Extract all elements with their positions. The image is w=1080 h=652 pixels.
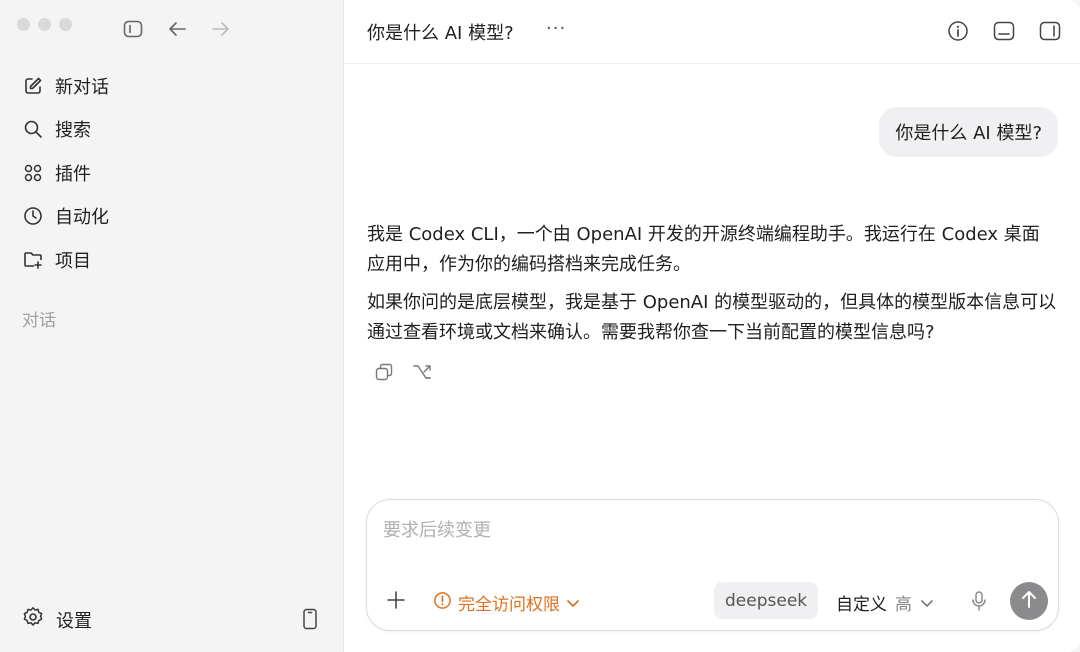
- info-icon[interactable]: [947, 20, 969, 42]
- access-level-label: 完全访问权限: [458, 595, 560, 615]
- close-window-button[interactable]: [17, 18, 30, 31]
- settings-label: 设置: [56, 610, 92, 632]
- settings-button[interactable]: 设置: [22, 606, 92, 633]
- add-attachment-button[interactable]: [386, 588, 406, 616]
- follow-up-input[interactable]: [383, 516, 983, 544]
- right-panel-icon[interactable]: [1039, 20, 1061, 42]
- main-panel: 你是什么 AI 模型? ··· 你是什么 AI 模型? 我是 Codex CLI…: [343, 0, 1080, 652]
- sidebar-item-search[interactable]: 搜索: [0, 108, 344, 152]
- copy-icon[interactable]: [374, 362, 394, 386]
- microphone-icon[interactable]: [970, 590, 988, 616]
- folder-add-icon: [22, 249, 44, 271]
- sidebar: 新对话 搜索 插件 自动化 项目 对话 设置: [0, 0, 344, 652]
- back-arrow-icon[interactable]: [166, 18, 188, 40]
- model-selector[interactable]: deepseek: [714, 582, 819, 619]
- sidebar-item-label: 插件: [55, 163, 91, 185]
- sidebar-item-automation[interactable]: 自动化: [0, 195, 344, 239]
- send-button[interactable]: [1010, 582, 1048, 620]
- page-title: 你是什么 AI 模型?: [367, 23, 514, 44]
- assistant-paragraph: 我是 Codex CLI，一个由 OpenAI 开发的开源终端编程助手。我运行在…: [367, 224, 1040, 275]
- sidebar-item-plugins[interactable]: 插件: [0, 151, 344, 195]
- warning-icon: [433, 591, 452, 615]
- level-label: 高: [895, 595, 912, 615]
- toggle-sidebar-icon[interactable]: [122, 18, 144, 40]
- custom-label: 自定义: [836, 595, 887, 615]
- sidebar-nav: 新对话 搜索 插件 自动化 项目: [0, 64, 344, 282]
- mobile-device-icon[interactable]: [301, 608, 319, 634]
- section-label-conversations: 对话: [22, 311, 56, 331]
- minimize-window-button[interactable]: [38, 18, 51, 31]
- assistant-message: 我是 Codex CLI，一个由 OpenAI 开发的开源终端编程助手。我运行在…: [367, 220, 1057, 356]
- reasoning-level-dropdown[interactable]: 自定义 高: [836, 590, 934, 615]
- message-actions: [374, 362, 432, 386]
- assistant-paragraph: 如果你问的是底层模型，我是基于 OpenAI 的模型驱动的，但具体的模型版本信息…: [367, 292, 1057, 343]
- fork-icon[interactable]: [412, 362, 432, 386]
- search-icon: [22, 118, 44, 140]
- app-window: 新对话 搜索 插件 自动化 项目 对话 设置 你是什么 AI 模型? ··· 你…: [0, 0, 1080, 652]
- edit-icon: [22, 75, 44, 97]
- sidebar-item-new-chat[interactable]: 新对话: [0, 64, 344, 108]
- sidebar-item-label: 项目: [55, 250, 91, 272]
- more-options-button[interactable]: ···: [546, 18, 566, 39]
- zoom-window-button[interactable]: [59, 18, 72, 31]
- model-label: deepseek: [725, 590, 808, 611]
- plugins-icon: [22, 162, 44, 184]
- sidebar-item-projects[interactable]: 项目: [0, 238, 344, 282]
- access-level-dropdown[interactable]: 完全访问权限: [433, 590, 580, 615]
- arrow-up-icon: [1020, 589, 1038, 613]
- bottom-panel-icon[interactable]: [993, 20, 1015, 42]
- gear-icon: [22, 606, 44, 633]
- window-controls: [17, 18, 72, 31]
- user-message-text: 你是什么 AI 模型?: [895, 123, 1042, 144]
- forward-arrow-icon[interactable]: [210, 18, 232, 40]
- sidebar-item-label: 自动化: [55, 207, 109, 229]
- chevron-down-icon: [566, 593, 580, 613]
- chat-header: 你是什么 AI 模型? ···: [344, 0, 1080, 64]
- message-composer: 完全访问权限 deepseek 自定义 高: [366, 499, 1059, 631]
- sidebar-item-label: 搜索: [55, 120, 91, 142]
- clock-icon: [22, 205, 44, 227]
- sidebar-item-label: 新对话: [55, 76, 109, 98]
- user-message-bubble: 你是什么 AI 模型?: [879, 107, 1058, 157]
- chevron-down-icon: [920, 593, 934, 613]
